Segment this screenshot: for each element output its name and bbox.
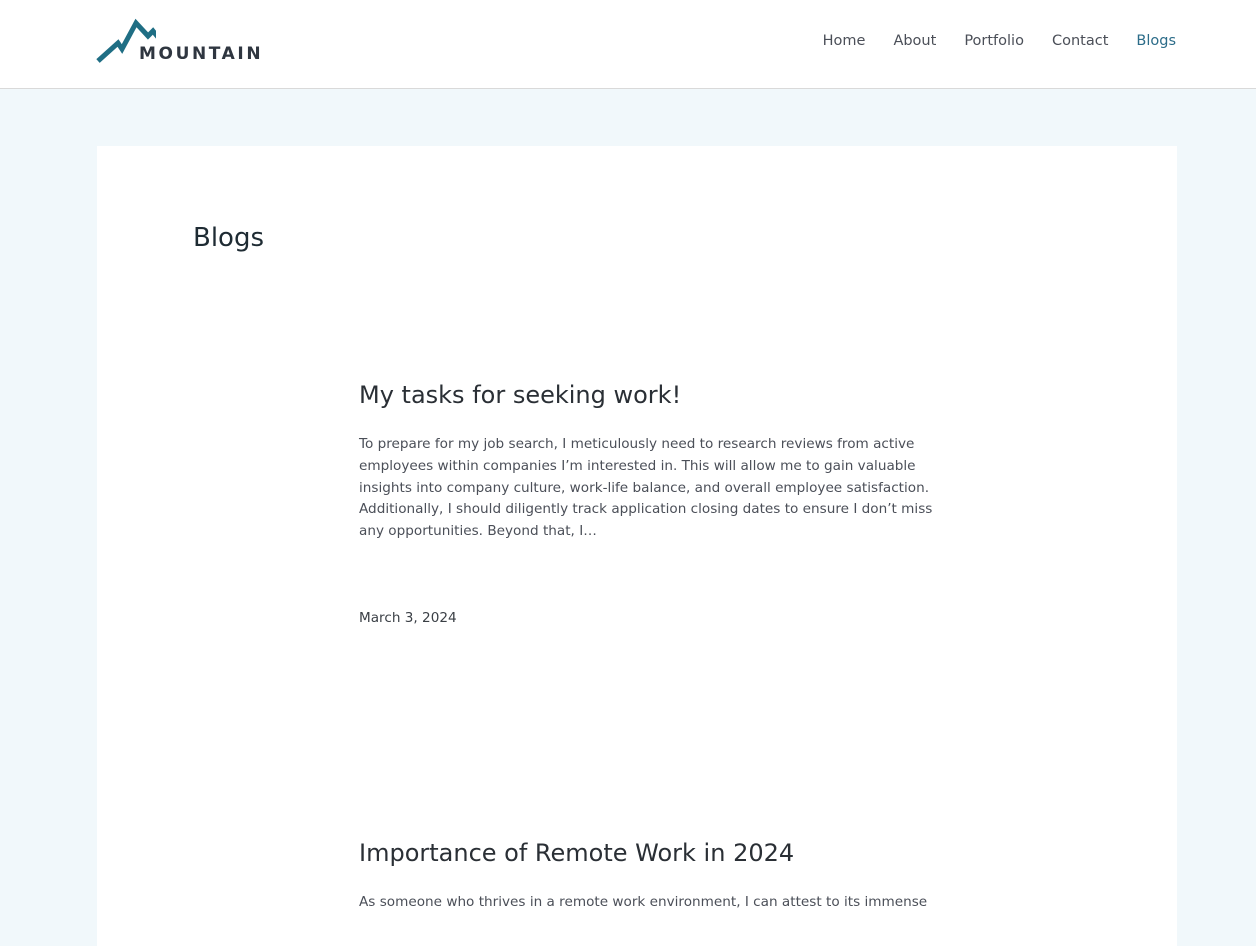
- post-title: Importance of Remote Work in 2024: [359, 837, 959, 869]
- site-header: MOUNTAIN Home About Portfolio Contact Bl…: [0, 0, 1256, 89]
- logo-text: MOUNTAIN: [139, 44, 264, 64]
- site-logo[interactable]: MOUNTAIN: [96, 18, 266, 66]
- blog-post: Importance of Remote Work in 2024 As som…: [359, 837, 959, 910]
- main-nav: Home About Portfolio Contact Blogs: [795, 28, 1176, 54]
- nav-item-home[interactable]: Home: [823, 28, 866, 54]
- nav-item-blogs[interactable]: Blogs: [1136, 28, 1176, 54]
- page-title: Blogs: [193, 223, 265, 253]
- nav-item-about[interactable]: About: [893, 28, 936, 54]
- post-title-link[interactable]: Importance of Remote Work in 2024: [359, 839, 794, 867]
- post-excerpt: As someone who thrives in a remote work …: [359, 894, 928, 910]
- nav-item-contact[interactable]: Contact: [1052, 28, 1108, 54]
- nav-item-portfolio[interactable]: Portfolio: [964, 28, 1024, 54]
- post-excerpt: To prepare for my job search, I meticulo…: [359, 436, 933, 540]
- post-date: March 3, 2024: [359, 610, 457, 626]
- post-title-link[interactable]: My tasks for seeking work!: [359, 381, 681, 409]
- content-card: Blogs My tasks for seeking work! To prep…: [97, 146, 1177, 946]
- blog-post: My tasks for seeking work! To prepare fo…: [359, 379, 959, 626]
- post-title: My tasks for seeking work!: [359, 379, 959, 411]
